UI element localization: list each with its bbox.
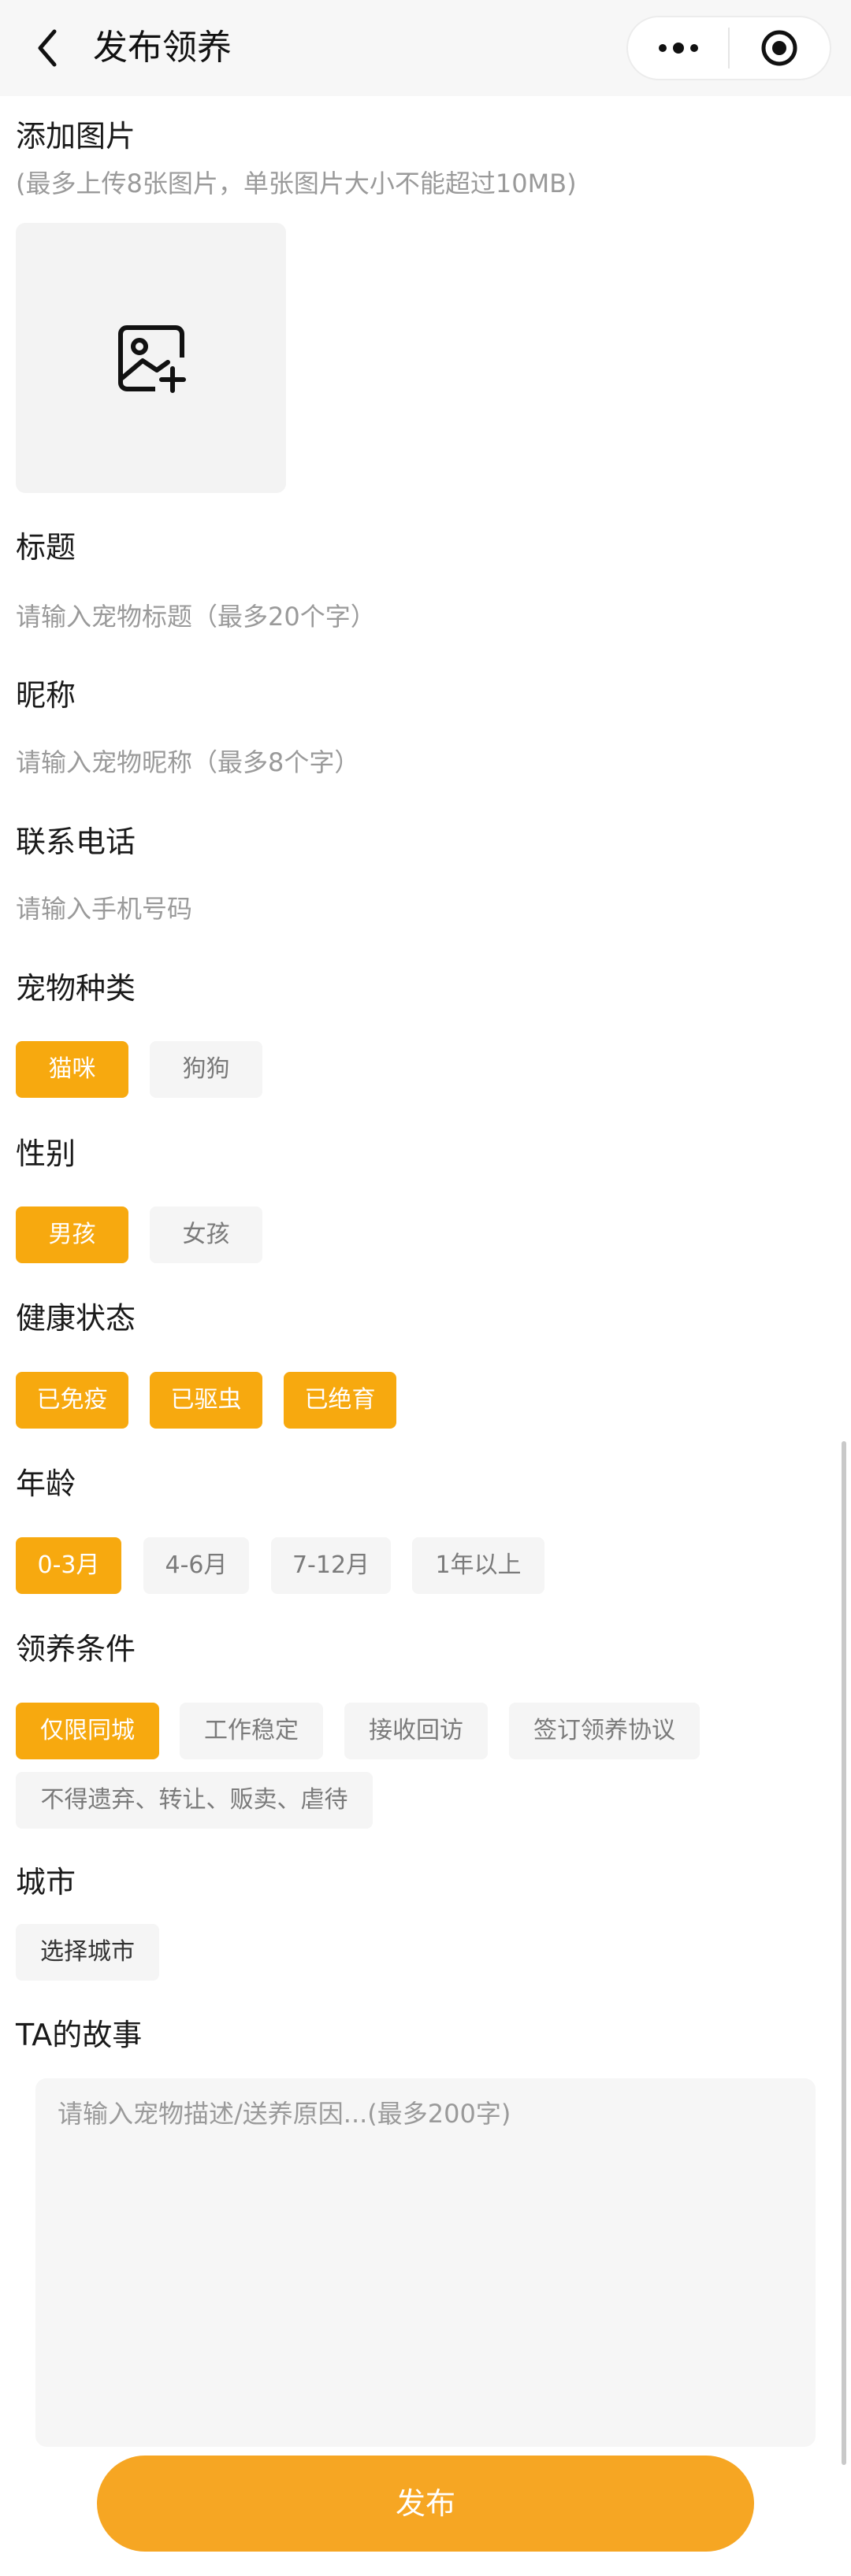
conditions-label: 领养条件 bbox=[16, 1632, 136, 1666]
images-hint: (最多上传8张图片，单张图片大小不能超过10MB) bbox=[16, 169, 577, 198]
select-city-button[interactable]: 选择城市 bbox=[16, 1924, 159, 1981]
publish-button[interactable]: 发布 bbox=[97, 2456, 754, 2552]
story-placeholder: 请输入宠物描述/送养原因...(最多200字) bbox=[58, 2099, 511, 2129]
title-label: 标题 bbox=[16, 530, 76, 565]
story-label: TA的故事 bbox=[16, 2018, 143, 2052]
gender-chip-boy[interactable]: 男孩 bbox=[16, 1206, 128, 1263]
health-chip-sterilized[interactable]: 已绝育 bbox=[284, 1372, 396, 1429]
more-button[interactable] bbox=[628, 17, 728, 79]
health-label: 健康状态 bbox=[16, 1301, 136, 1336]
mini-program-capsule bbox=[626, 16, 831, 80]
age-label: 年龄 bbox=[16, 1466, 76, 1501]
age-chip-4-6[interactable]: 4-6月 bbox=[143, 1537, 249, 1594]
health-chip-dewormed[interactable]: 已驱虫 bbox=[150, 1372, 262, 1429]
age-chip-0-3[interactable]: 0-3月 bbox=[16, 1537, 121, 1594]
scrollbar[interactable] bbox=[842, 1441, 846, 2465]
species-label: 宠物种类 bbox=[16, 971, 136, 1006]
age-chip-1y-plus[interactable]: 1年以上 bbox=[412, 1537, 544, 1594]
nickname-input[interactable]: 请输入宠物昵称（最多8个字） bbox=[16, 744, 835, 780]
condition-chip-follow-up[interactable]: 接收回访 bbox=[344, 1703, 488, 1759]
age-chip-7-12[interactable]: 7-12月 bbox=[271, 1537, 391, 1594]
species-chip-dog[interactable]: 狗狗 bbox=[150, 1041, 262, 1098]
condition-chip-stable-job[interactable]: 工作稳定 bbox=[180, 1703, 323, 1759]
story-textarea[interactable]: 请输入宠物描述/送养原因...(最多200字) bbox=[35, 2078, 816, 2447]
back-button[interactable] bbox=[24, 22, 71, 74]
condition-chip-same-city[interactable]: 仅限同城 bbox=[16, 1703, 159, 1759]
gender-chip-girl[interactable]: 女孩 bbox=[150, 1206, 262, 1263]
more-dots-icon bbox=[658, 43, 698, 54]
images-label: 添加图片 bbox=[16, 119, 136, 154]
phone-input[interactable]: 请输入手机号码 bbox=[16, 891, 835, 927]
image-upload-button[interactable] bbox=[16, 223, 286, 493]
page-title: 发布领养 bbox=[93, 28, 232, 68]
condition-chip-agreement[interactable]: 签订领养协议 bbox=[509, 1703, 700, 1759]
nickname-label: 昵称 bbox=[16, 678, 76, 713]
city-label: 城市 bbox=[16, 1865, 76, 1900]
image-add-icon bbox=[117, 324, 186, 393]
health-chip-vaccinated[interactable]: 已免疫 bbox=[16, 1372, 128, 1429]
record-target-icon bbox=[761, 30, 797, 66]
condition-chip-no-abandon[interactable]: 不得遗弃、转让、贩卖、虐待 bbox=[16, 1772, 373, 1829]
phone-label: 联系电话 bbox=[16, 825, 136, 859]
nav-bar: 发布领养 bbox=[0, 0, 851, 96]
close-button[interactable] bbox=[730, 17, 830, 79]
title-input[interactable]: 请输入宠物标题（最多20个字） bbox=[16, 599, 835, 635]
chevron-left-icon bbox=[38, 29, 57, 67]
gender-label: 性别 bbox=[16, 1136, 76, 1171]
species-chip-cat[interactable]: 猫咪 bbox=[16, 1041, 128, 1098]
